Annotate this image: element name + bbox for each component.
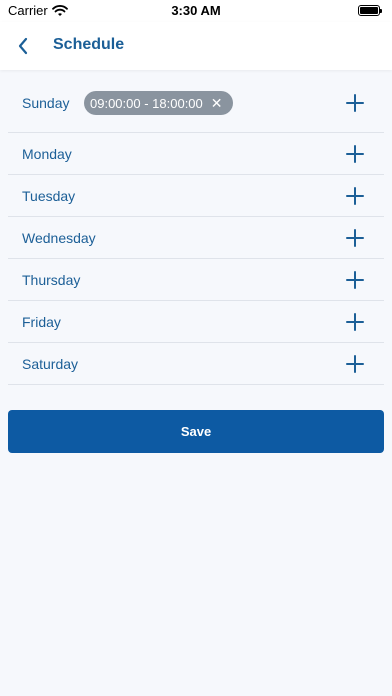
page-title: Schedule (53, 36, 125, 53)
day-row-saturday: Saturday (8, 343, 384, 385)
plus-icon[interactable] (346, 94, 364, 112)
day-label: Thursday (22, 271, 81, 288)
schedule-list: Sunday 09:00:00 - 18:00:00 ✕ Monday Tues… (8, 76, 384, 385)
nav-bar: Schedule (0, 22, 392, 70)
status-time: 3:30 AM (171, 3, 221, 18)
plus-icon[interactable] (346, 144, 364, 163)
day-row-friday: Friday (8, 301, 384, 343)
day-row-thursday: Thursday (8, 259, 384, 301)
day-label: Sunday (22, 95, 70, 111)
day-label: Wednesday (22, 229, 96, 246)
day-row-tuesday: Tuesday (8, 175, 384, 217)
day-label: Tuesday (22, 187, 76, 204)
day-label: Friday (22, 313, 61, 330)
day-label: Monday (22, 145, 72, 162)
day-row-wednesday: Wednesday (8, 217, 384, 259)
battery-icon (358, 5, 382, 16)
plus-icon[interactable] (346, 270, 364, 289)
time-slot-label: 09:00:00 - 18:00:00 (90, 95, 203, 111)
plus-icon[interactable] (346, 354, 364, 373)
status-bar: Carrier 3:30 AM (0, 0, 392, 22)
day-label: Saturday (22, 355, 79, 372)
plus-icon[interactable] (346, 312, 364, 331)
back-button[interactable] (12, 34, 36, 58)
close-icon[interactable]: ✕ (211, 96, 223, 110)
day-row-monday: Monday (8, 133, 384, 175)
plus-icon[interactable] (346, 228, 364, 247)
plus-icon[interactable] (346, 186, 364, 205)
time-slot-chip[interactable]: 09:00:00 - 18:00:00 ✕ (84, 91, 233, 115)
save-button[interactable]: Save (8, 410, 384, 453)
day-row-sunday: Sunday 09:00:00 - 18:00:00 ✕ (8, 76, 384, 133)
